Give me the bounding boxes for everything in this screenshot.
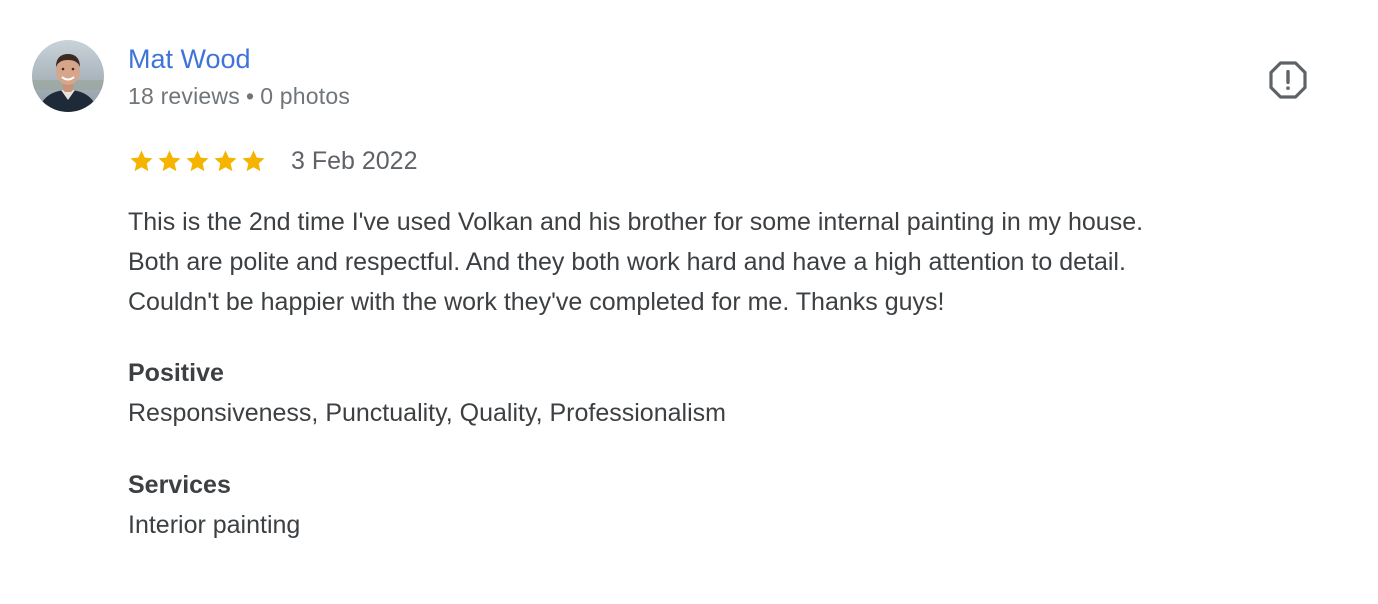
reviews-count: 18 reviews xyxy=(128,83,240,109)
star-rating xyxy=(128,148,267,175)
author-name-link[interactable]: Mat Wood xyxy=(128,42,251,76)
report-review-button[interactable] xyxy=(1266,58,1310,102)
star-icon xyxy=(240,148,267,175)
user-avatar-photo-icon xyxy=(32,40,104,112)
rating-row: 3 Feb 2022 xyxy=(128,145,418,177)
meta-separator: • xyxy=(245,83,255,109)
review-text: This is the 2nd time I've used Volkan an… xyxy=(128,202,1338,322)
author-avatar[interactable] xyxy=(32,40,104,112)
attribute-label-services: Services xyxy=(128,471,231,499)
author-stats: 18 reviews • 0 photos xyxy=(128,82,350,110)
review-card: Mat Wood 18 reviews • 0 photos 3 Feb 2022 … xyxy=(0,0,1378,604)
attribute-label-positive: Positive xyxy=(128,359,224,387)
star-icon xyxy=(212,148,239,175)
review-text-line: Couldn't be happier with the work they'v… xyxy=(128,288,945,316)
photos-count: 0 photos xyxy=(260,83,351,109)
review-text-line: This is the 2nd time I've used Volkan an… xyxy=(128,208,1144,236)
attribute-value-positive: Responsiveness, Punctuality, Quality, Pr… xyxy=(128,399,726,427)
review-date: 3 Feb 2022 xyxy=(291,147,418,175)
star-icon xyxy=(128,148,155,175)
star-icon xyxy=(184,148,211,175)
star-icon xyxy=(156,148,183,175)
review-text-line: Both are polite and respectful. And they… xyxy=(128,248,1126,276)
flag-report-icon xyxy=(1269,61,1307,99)
attribute-value-services: Interior painting xyxy=(128,511,301,539)
